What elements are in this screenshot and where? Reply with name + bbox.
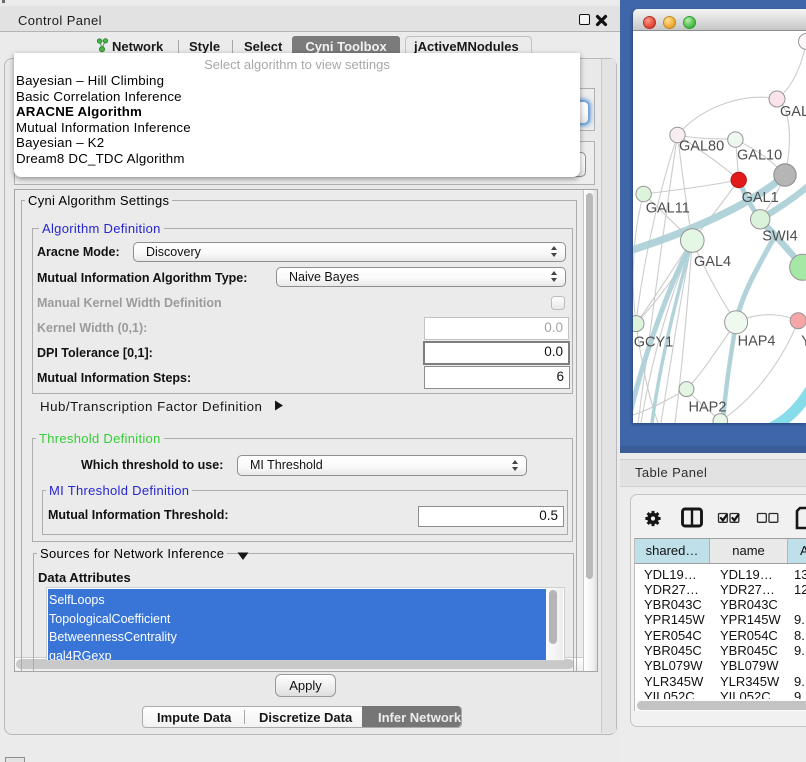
svg-text:HAP2: HAP2 (689, 400, 727, 416)
svg-text:GAL1: GAL1 (742, 190, 779, 206)
svg-text:GAL2: GAL2 (780, 104, 806, 120)
svg-text:HAP4: HAP4 (738, 333, 776, 349)
svg-text:SWI4: SWI4 (762, 229, 797, 245)
svg-text:GAL80: GAL80 (679, 139, 724, 155)
svg-text:GAL11: GAL11 (646, 201, 690, 217)
svg-text:GAL4: GAL4 (694, 254, 731, 270)
svg-text:GCY1: GCY1 (634, 335, 674, 351)
svg-text:GAL10: GAL10 (737, 147, 782, 163)
svg-text:Y: Y (801, 333, 806, 349)
